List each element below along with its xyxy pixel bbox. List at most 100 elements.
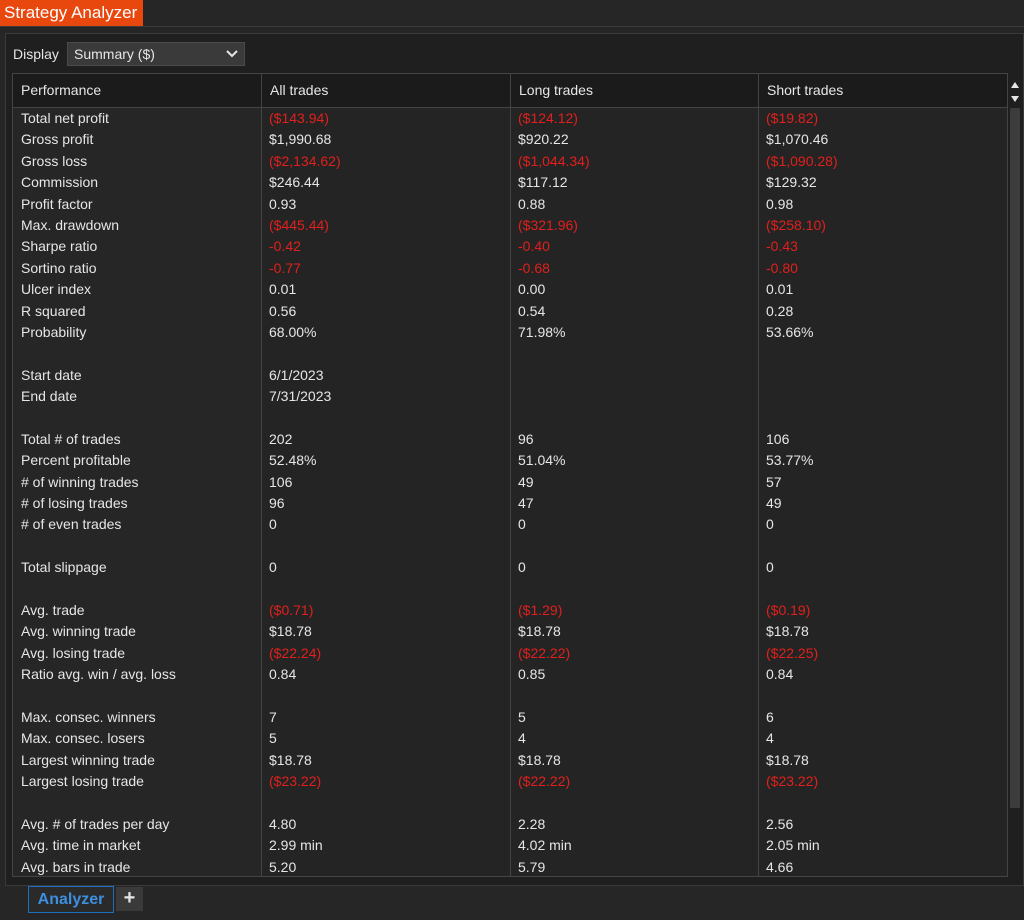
cell-short-trades: 0.98 [766,195,794,212]
cell-short-trades: ($258.10) [766,216,826,233]
cell-short-trades: 0 [766,559,774,576]
display-label: Display [13,46,59,62]
cell-all-trades: 4.80 [269,815,297,832]
performance-grid: Performance All trades Long trades Short… [12,73,1008,877]
cell-long-trades: 0 [518,559,526,576]
row-label: Ratio avg. win / avg. loss [21,666,176,683]
row-label: Max. consec. winners [21,708,156,725]
table-row [13,343,1007,364]
cell-all-trades: 68.00% [269,323,317,340]
cell-short-trades: ($19.82) [766,110,819,126]
cell-short-trades: 4.66 [766,858,794,875]
table-row: Gross loss ($2,134.62) ($1,044.34) ($1,090.… [13,151,1007,172]
header-performance[interactable]: Performance [13,74,262,107]
table-row: End date 7/31/2023 [13,386,1007,407]
row-label: R squared [21,302,86,319]
cell-long-trades: 0.54 [518,302,546,319]
cell-all-trades: -0.42 [269,238,301,255]
window-title: Strategy Analyzer [0,0,144,26]
table-row: Sortino ratio -0.77 -0.68 -0.80 [13,258,1007,279]
row-label: Gross loss [21,152,88,169]
row-label: Total # of trades [21,430,121,447]
cell-short-trades: 4 [766,730,774,747]
table-row: # of winning trades 106 49 57 [13,472,1007,493]
cell-all-trades: $18.78 [269,623,312,640]
cell-all-trades: ($143.94) [269,110,329,126]
row-label: Largest losing trade [21,773,144,790]
grid-rows: Total net profit ($143.94) ($124.12) ($19.8… [13,108,1007,876]
cell-long-trades: ($1,044.34) [518,152,590,169]
cell-long-trades: 47 [518,495,534,512]
row-label: Ulcer index [21,281,92,298]
cell-short-trades: $129.32 [766,174,817,191]
cell-short-trades: 57 [766,473,782,490]
cell-long-trades: 49 [518,473,534,490]
header-all-trades[interactable]: All trades [262,74,511,107]
cell-all-trades: $1,990.68 [269,131,332,148]
cell-all-trades: ($0.71) [269,601,314,618]
cell-short-trades: ($23.22) [766,773,819,790]
scroll-up-icon[interactable] [1008,78,1022,92]
table-row: Total # of trades 202 96 106 [13,429,1007,450]
table-row: Ulcer index 0.01 0.00 0.01 [13,279,1007,300]
cell-all-trades: 0.93 [269,195,297,212]
row-label: # of winning trades [21,473,139,490]
table-row: Start date 6/1/2023 [13,365,1007,386]
cell-long-trades: ($1.29) [518,601,563,618]
table-row: Avg. trade ($0.71) ($1.29) ($0.19) [13,600,1007,621]
table-row: Total slippage 0 0 0 [13,557,1007,578]
table-row: Ratio avg. win / avg. loss 0.84 0.85 0.84 [13,664,1007,685]
table-row: # of even trades 0 0 0 [13,514,1007,535]
display-dropdown-value: Summary ($) [74,46,155,62]
tab-analyzer[interactable]: Analyzer [28,886,114,913]
table-row: Max. consec. winners 7 5 6 [13,707,1007,728]
cell-long-trades: 0 [518,516,526,533]
header-short-trades[interactable]: Short trades [759,74,1007,107]
scroll-down-icon[interactable] [1008,92,1022,106]
table-row: Avg. # of trades per day 4.80 2.28 2.56 [13,814,1007,835]
row-label: Avg. winning trade [21,623,136,640]
table-row: Gross profit $1,990.68 $920.22 $1,070.46 [13,129,1007,150]
vertical-scrollbar[interactable] [1008,74,1022,877]
scrollbar-thumb[interactable] [1010,108,1020,808]
cell-short-trades: 2.56 [766,815,794,832]
cell-all-trades: 96 [269,495,285,512]
header-long-trades[interactable]: Long trades [511,74,759,107]
table-row [13,579,1007,600]
table-row: Avg. winning trade $18.78 $18.78 $18.78 [13,621,1007,642]
add-tab-button[interactable]: + [116,887,143,911]
table-row: Largest winning trade $18.78 $18.78 $18.78 [13,750,1007,771]
cell-all-trades: 7/31/2023 [269,388,332,405]
row-label: Percent profitable [21,452,131,469]
cell-long-trades: $920.22 [518,131,569,148]
cell-long-trades: 4.02 min [518,837,572,854]
row-label: Start date [21,366,82,383]
table-row: Avg. losing trade ($22.24) ($22.22) ($22.25… [13,643,1007,664]
cell-all-trades: 0.84 [269,666,297,683]
table-row [13,536,1007,557]
cell-short-trades: $18.78 [766,751,809,768]
cell-long-trades: 51.04% [518,452,566,469]
row-label: Avg. trade [21,601,85,618]
cell-all-trades: 0.01 [269,281,297,298]
cell-all-trades: 106 [269,473,293,490]
cell-long-trades: 5 [518,708,526,725]
cell-long-trades: $18.78 [518,623,561,640]
title-divider [0,26,1024,27]
table-row: Largest losing trade ($23.22) ($22.22) ($23… [13,771,1007,792]
cell-short-trades: 106 [766,430,790,447]
cell-all-trades: ($2,134.62) [269,152,341,169]
cell-short-trades: 0.28 [766,302,794,319]
cell-long-trades: -0.40 [518,238,550,255]
cell-all-trades: 202 [269,430,293,447]
row-label: # of even trades [21,516,122,533]
cell-short-trades: ($22.25) [766,644,819,661]
table-row [13,686,1007,707]
cell-all-trades: 5 [269,730,277,747]
cell-long-trades: ($124.12) [518,110,578,126]
cell-all-trades: $18.78 [269,751,312,768]
table-row: Avg. bars in trade 5.20 5.79 4.66 [13,857,1007,876]
cell-long-trades: 4 [518,730,526,747]
display-dropdown[interactable]: Summary ($) [67,42,245,66]
cell-short-trades: 6 [766,708,774,725]
